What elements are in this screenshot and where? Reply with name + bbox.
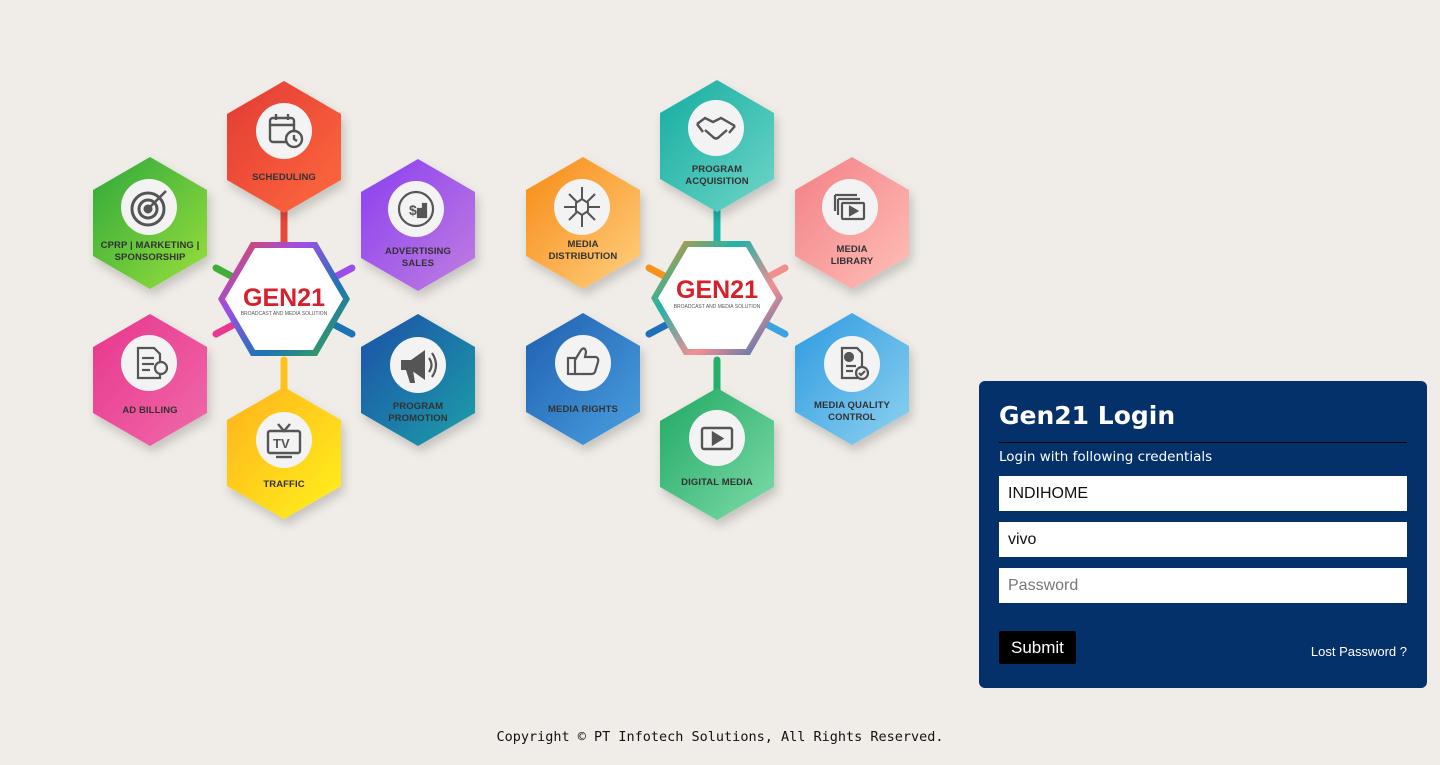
svg-text:MEDIA: MEDIA [836,244,867,255]
svg-text:ACQUISITION: ACQUISITION [685,176,748,187]
title-divider [999,442,1407,443]
svg-text:PROMOTION: PROMOTION [388,413,448,424]
submit-button[interactable]: Submit [999,631,1076,664]
svg-text:AD BILLING: AD BILLING [122,405,177,416]
username-field[interactable] [999,522,1407,557]
module-media-quality-control: MEDIA QUALITY CONTROL [795,313,909,445]
svg-text:PROGRAM: PROGRAM [692,164,742,175]
gen21-logo-right: GEN21 BROADCAST AND MEDIA SOLUTION [651,241,783,355]
svg-text:DIGITAL MEDIA: DIGITAL MEDIA [681,477,753,488]
svg-text:SALES: SALES [402,258,434,269]
svg-text:ADVERTISING: ADVERTISING [385,246,451,257]
svg-text:DISTRIBUTION: DISTRIBUTION [549,251,618,262]
svg-text:LIBRARY: LIBRARY [831,256,874,267]
gen21-center-subtitle: BROADCAST AND MEDIA SOLUTION [674,304,761,310]
svg-text:MEDIA RIGHTS: MEDIA RIGHTS [548,404,618,415]
module-cprp-marketing-sponsorship: CPRP | MARKETING | SPONSORSHIP [93,157,207,289]
module-ad-billing: AD BILLING [93,314,207,446]
right-module-cluster: GEN21 BROADCAST AND MEDIA SOLUTION PROGR… [526,80,909,520]
gen21-logo-left: GEN21 BROADCAST AND MEDIA SOLUTION [218,242,350,356]
module-media-distribution: MEDIA DISTRIBUTION [526,157,640,289]
svg-text:TRAFFIC: TRAFFIC [263,479,304,490]
svg-text:$: $ [409,202,417,218]
module-traffic: TV TRAFFIC [227,387,341,519]
svg-text:SPONSORSHIP: SPONSORSHIP [115,252,186,263]
svg-text:PROGRAM: PROGRAM [393,401,443,412]
svg-text:TV: TV [273,436,290,451]
left-module-cluster: GEN21 BROADCAST AND MEDIA SOLUTION SCHED… [93,81,475,519]
footer-copyright: Copyright © PT Infotech Solutions, All R… [496,729,944,745]
svg-text:CONTROL: CONTROL [828,412,876,423]
module-advertising-sales: $ ADVERTISING SALES [361,159,475,291]
product-modules-graphic: GEN21 BROADCAST AND MEDIA SOLUTION SCHED… [93,80,909,520]
gen21-center-title: GEN21 [676,276,758,304]
svg-text:MEDIA: MEDIA [567,239,598,250]
module-program-promotion: PROGRAM PROMOTION [361,314,475,446]
svg-text:MEDIA QUALITY: MEDIA QUALITY [814,400,890,411]
module-scheduling: SCHEDULING [227,81,341,213]
login-panel: Gen21 Login Login with following credent… [979,381,1427,688]
module-digital-media: DIGITAL MEDIA [660,388,774,520]
login-subtitle: Login with following credentials [999,449,1213,465]
login-title: Gen21 Login [999,401,1176,430]
svg-text:SCHEDULING: SCHEDULING [252,172,316,183]
module-media-rights: MEDIA RIGHTS [526,313,640,445]
gen21-center-subtitle: BROADCAST AND MEDIA SOLUTION [241,311,328,317]
svg-text:CPRP | MARKETING |: CPRP | MARKETING | [101,240,200,251]
gen21-center-title: GEN21 [243,284,325,312]
lost-password-link[interactable]: Lost Password ? [1311,644,1407,659]
module-media-library: MEDIA LIBRARY [795,157,909,289]
module-program-acquisition: PROGRAM ACQUISITION [660,80,774,212]
company-field[interactable] [999,476,1407,511]
password-field[interactable] [999,568,1407,603]
